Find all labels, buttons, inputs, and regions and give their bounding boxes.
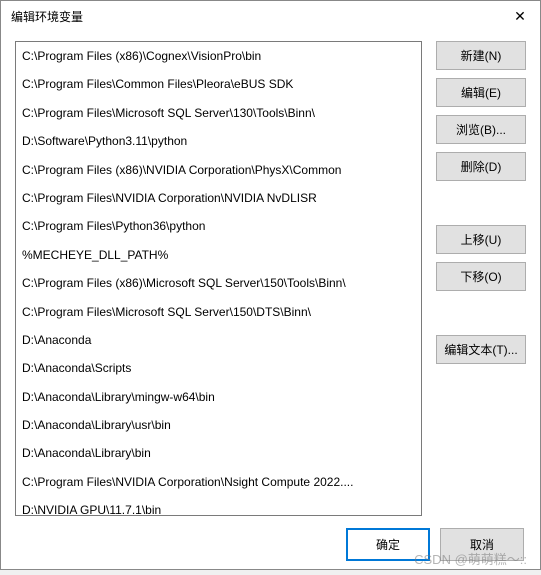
env-var-dialog: 编辑环境变量 ✕ C:\Program Files (x86)\Cognex\V… (0, 0, 541, 570)
list-item[interactable]: D:\Anaconda\Library\usr\bin (16, 411, 421, 439)
spacer (436, 189, 526, 217)
list-item[interactable]: C:\Program Files (x86)\Cognex\VisionPro\… (16, 42, 421, 70)
path-listbox[interactable]: C:\Program Files (x86)\Cognex\VisionPro\… (15, 41, 422, 516)
new-button[interactable]: 新建(N) (436, 41, 526, 70)
action-sidebar: 新建(N) 编辑(E) 浏览(B)... 删除(D) 上移(U) 下移(O) 编… (436, 41, 526, 516)
list-item[interactable]: D:\Anaconda (16, 326, 421, 354)
list-item[interactable]: D:\Anaconda\Scripts (16, 354, 421, 382)
close-icon: ✕ (514, 8, 526, 25)
edittext-button[interactable]: 编辑文本(T)... (436, 335, 526, 364)
dialog-title: 编辑环境变量 (11, 8, 83, 25)
titlebar: 编辑环境变量 ✕ (1, 1, 540, 31)
footer: 确定 取消 (1, 516, 540, 575)
ok-button[interactable]: 确定 (346, 528, 430, 561)
list-item[interactable]: %MECHEYE_DLL_PATH% (16, 241, 421, 269)
list-item[interactable]: C:\Program Files\Python36\python (16, 212, 421, 240)
delete-button[interactable]: 删除(D) (436, 152, 526, 181)
list-item[interactable]: D:\Software\Python3.11\python (16, 127, 421, 155)
list-item[interactable]: D:\Anaconda\Library\bin (16, 439, 421, 467)
list-item[interactable]: C:\Program Files\Common Files\Pleora\eBU… (16, 70, 421, 98)
movedown-button[interactable]: 下移(O) (436, 262, 526, 291)
browse-button[interactable]: 浏览(B)... (436, 115, 526, 144)
moveup-button[interactable]: 上移(U) (436, 225, 526, 254)
list-item[interactable]: C:\Program Files\Microsoft SQL Server\15… (16, 298, 421, 326)
list-item[interactable]: D:\Anaconda\Library\mingw-w64\bin (16, 383, 421, 411)
edit-button[interactable]: 编辑(E) (436, 78, 526, 107)
spacer (436, 299, 526, 327)
cancel-button[interactable]: 取消 (440, 528, 524, 561)
list-item[interactable]: C:\Program Files\NVIDIA Corporation\Nsig… (16, 468, 421, 496)
list-item[interactable]: C:\Program Files (x86)\Microsoft SQL Ser… (16, 269, 421, 297)
close-button[interactable]: ✕ (506, 5, 534, 27)
list-item[interactable]: C:\Program Files\NVIDIA Corporation\NVID… (16, 184, 421, 212)
content-area: C:\Program Files (x86)\Cognex\VisionPro\… (1, 31, 540, 516)
list-item[interactable]: C:\Program Files (x86)\NVIDIA Corporatio… (16, 156, 421, 184)
list-item[interactable]: C:\Program Files\Microsoft SQL Server\13… (16, 99, 421, 127)
list-item[interactable]: D:\NVIDIA GPU\11.7.1\bin (16, 496, 421, 516)
